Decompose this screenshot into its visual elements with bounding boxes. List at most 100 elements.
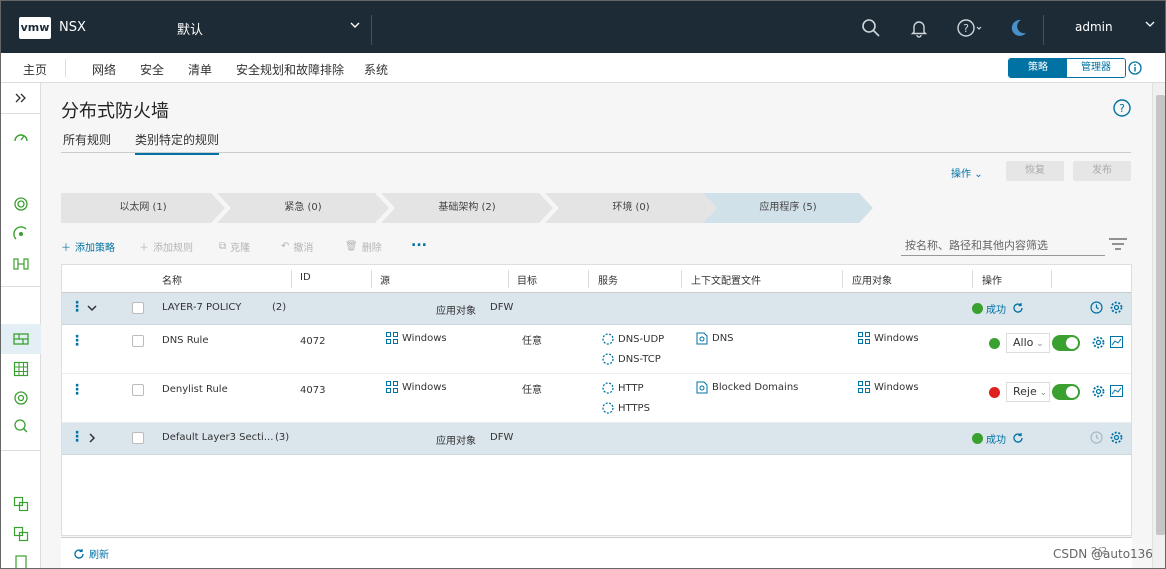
category-emergency[interactable]: 紧急 (0) xyxy=(217,193,389,223)
project-selector[interactable]: 默认 xyxy=(177,19,203,38)
rule-source[interactable]: Windows xyxy=(386,381,447,393)
dashboard-icon[interactable] xyxy=(12,129,30,147)
table-row[interactable]: ⋮ DNS Rule 4072 Windows 任意 DNS-UDP DNS-T… xyxy=(62,325,1131,374)
rule-enable-toggle[interactable] xyxy=(1052,384,1080,400)
chevron-down-icon[interactable] xyxy=(349,19,361,34)
nav-item-home[interactable]: 主页 xyxy=(23,61,47,78)
help-icon[interactable]: ? xyxy=(957,15,983,41)
category-infrastructure[interactable]: 基础架构 (2) xyxy=(381,193,553,223)
category-application[interactable]: 应用程序 (5) xyxy=(703,193,873,223)
column-context-profile[interactable]: 上下文配置文件 xyxy=(691,272,761,287)
help-icon[interactable]: ? xyxy=(1113,99,1131,120)
nav-item-plan-troubleshoot[interactable]: 安全规划和故障排除 xyxy=(236,61,344,78)
user-menu[interactable]: admin xyxy=(1075,20,1113,34)
delete-button[interactable]: 🗑︎ 删除 xyxy=(345,239,382,254)
policy-section[interactable]: ⋮ Default Layer3 Secti... (3) 应用对象 DFW 成… xyxy=(62,423,1131,455)
category-environment[interactable]: 环境 (0) xyxy=(545,193,717,223)
filter-input[interactable]: 按名称、路径和其他内容筛选 xyxy=(901,234,1105,256)
action-select[interactable]: Reje ⌄ xyxy=(1006,382,1050,402)
graph-icon[interactable] xyxy=(1110,336,1123,351)
add-rule-button[interactable]: ＋添加规则 xyxy=(139,239,193,254)
graph-icon[interactable] xyxy=(1110,385,1123,400)
dark-mode-moon-icon[interactable] xyxy=(1005,15,1031,41)
refresh-icon[interactable] xyxy=(1012,432,1024,447)
collapse-sidebar-icon[interactable] xyxy=(12,89,30,107)
kebab-menu-icon[interactable]: ⋮ xyxy=(70,299,84,315)
row-checkbox[interactable] xyxy=(132,384,144,396)
topology-icon[interactable] xyxy=(12,255,30,273)
column-services[interactable]: 服务 xyxy=(598,272,618,287)
search-icon[interactable] xyxy=(858,15,884,41)
chevron-down-icon[interactable] xyxy=(86,302,98,317)
rule-service[interactable]: DNS-TCP xyxy=(602,353,661,365)
column-id[interactable]: ID xyxy=(300,272,311,283)
rule-source[interactable]: Windows xyxy=(386,332,447,344)
manager-mode-button[interactable]: 管理器 xyxy=(1067,59,1125,77)
column-source[interactable]: 源 xyxy=(380,272,390,287)
action-select[interactable]: Allo ⌄ xyxy=(1006,333,1050,353)
add-policy-button[interactable]: ＋添加策略 xyxy=(61,239,115,254)
column-action[interactable]: 操作 xyxy=(982,272,1002,287)
bell-icon[interactable] xyxy=(906,15,932,41)
info-icon[interactable] xyxy=(1128,61,1142,78)
filter-icon[interactable] xyxy=(1109,238,1127,253)
gear-icon[interactable] xyxy=(1092,385,1105,401)
row-checkbox[interactable] xyxy=(132,335,144,347)
gear-icon[interactable] xyxy=(1110,301,1123,317)
category-ethernet[interactable]: 以太网 (1) xyxy=(61,193,225,223)
rule-context-profile[interactable]: DNS xyxy=(696,332,734,345)
rule-service[interactable]: HTTP xyxy=(602,382,644,394)
inspect-icon[interactable] xyxy=(12,417,30,435)
target-icon[interactable] xyxy=(12,195,30,213)
rule-applied-to[interactable]: Windows xyxy=(858,381,919,393)
publish-button[interactable]: 发布 xyxy=(1073,161,1131,181)
gear-icon[interactable] xyxy=(1110,431,1123,447)
rule-applied-to[interactable]: Windows xyxy=(858,332,919,344)
rule-name[interactable]: Denylist Rule xyxy=(162,384,228,395)
nav-item-inventory[interactable]: 清单 xyxy=(188,61,212,78)
gear-icon[interactable] xyxy=(1092,336,1105,352)
export-icon[interactable] xyxy=(12,495,30,513)
policy-mode-button[interactable]: 策略 xyxy=(1009,59,1067,77)
tab-all-rules[interactable]: 所有规则 xyxy=(63,131,111,148)
undo-button[interactable]: ↶ 撤消 xyxy=(281,239,313,254)
policy-section[interactable]: ⋮ LAYER-7 POLICY (2) 应用对象 DFW 成功 xyxy=(62,293,1131,325)
section-status[interactable]: 成功 xyxy=(986,301,1006,316)
rule-enable-toggle[interactable] xyxy=(1052,335,1080,351)
table-row[interactable]: ⋮ Denylist Rule 4073 Windows 任意 HTTP HTT… xyxy=(62,374,1131,423)
nav-item-security[interactable]: 安全 xyxy=(140,61,165,85)
rule-service[interactable]: DNS-UDP xyxy=(602,333,664,345)
scrollbar-thumb[interactable] xyxy=(1156,95,1165,535)
kebab-menu-icon[interactable]: ⋮ xyxy=(70,382,84,398)
revert-button[interactable]: 恢复 xyxy=(1006,161,1064,181)
column-applied-to[interactable]: 应用对象 xyxy=(852,272,892,287)
rule-service[interactable]: HTTPS xyxy=(602,402,650,414)
chevron-down-icon[interactable] xyxy=(1145,19,1155,32)
vertical-scrollbar[interactable] xyxy=(1152,83,1165,568)
nav-item-system[interactable]: 系统 xyxy=(364,61,388,78)
refresh-button[interactable]: 刷新 xyxy=(73,546,109,561)
column-destination[interactable]: 目标 xyxy=(517,272,537,287)
actions-menu[interactable]: 操作 ⌄ xyxy=(951,165,983,180)
section-status[interactable]: 成功 xyxy=(986,431,1006,446)
chevron-right-icon[interactable] xyxy=(86,432,98,447)
building-icon[interactable] xyxy=(12,553,30,568)
section-checkbox[interactable] xyxy=(132,302,144,314)
rule-name[interactable]: DNS Rule xyxy=(162,335,208,346)
clock-icon[interactable] xyxy=(1090,301,1103,317)
radar-icon[interactable] xyxy=(12,225,30,243)
tab-category-rules[interactable]: 类别特定的规则 xyxy=(135,131,220,155)
import-icon[interactable] xyxy=(12,525,30,543)
more-options-button[interactable]: ... xyxy=(411,234,427,250)
kebab-menu-icon[interactable]: ⋮ xyxy=(70,333,84,349)
clock-icon[interactable] xyxy=(1090,431,1103,447)
column-name[interactable]: 名称 xyxy=(162,272,182,287)
grid-icon[interactable] xyxy=(12,360,30,378)
firewall-icon[interactable] xyxy=(12,330,30,348)
clone-button[interactable]: ⧉ 克隆 xyxy=(219,239,250,254)
refresh-icon[interactable] xyxy=(1012,302,1024,317)
ring-icon[interactable] xyxy=(12,389,30,407)
rule-context-profile[interactable]: Blocked Domains xyxy=(696,381,798,394)
nav-item-networking[interactable]: 网络 xyxy=(92,61,116,78)
section-checkbox[interactable] xyxy=(132,432,144,444)
